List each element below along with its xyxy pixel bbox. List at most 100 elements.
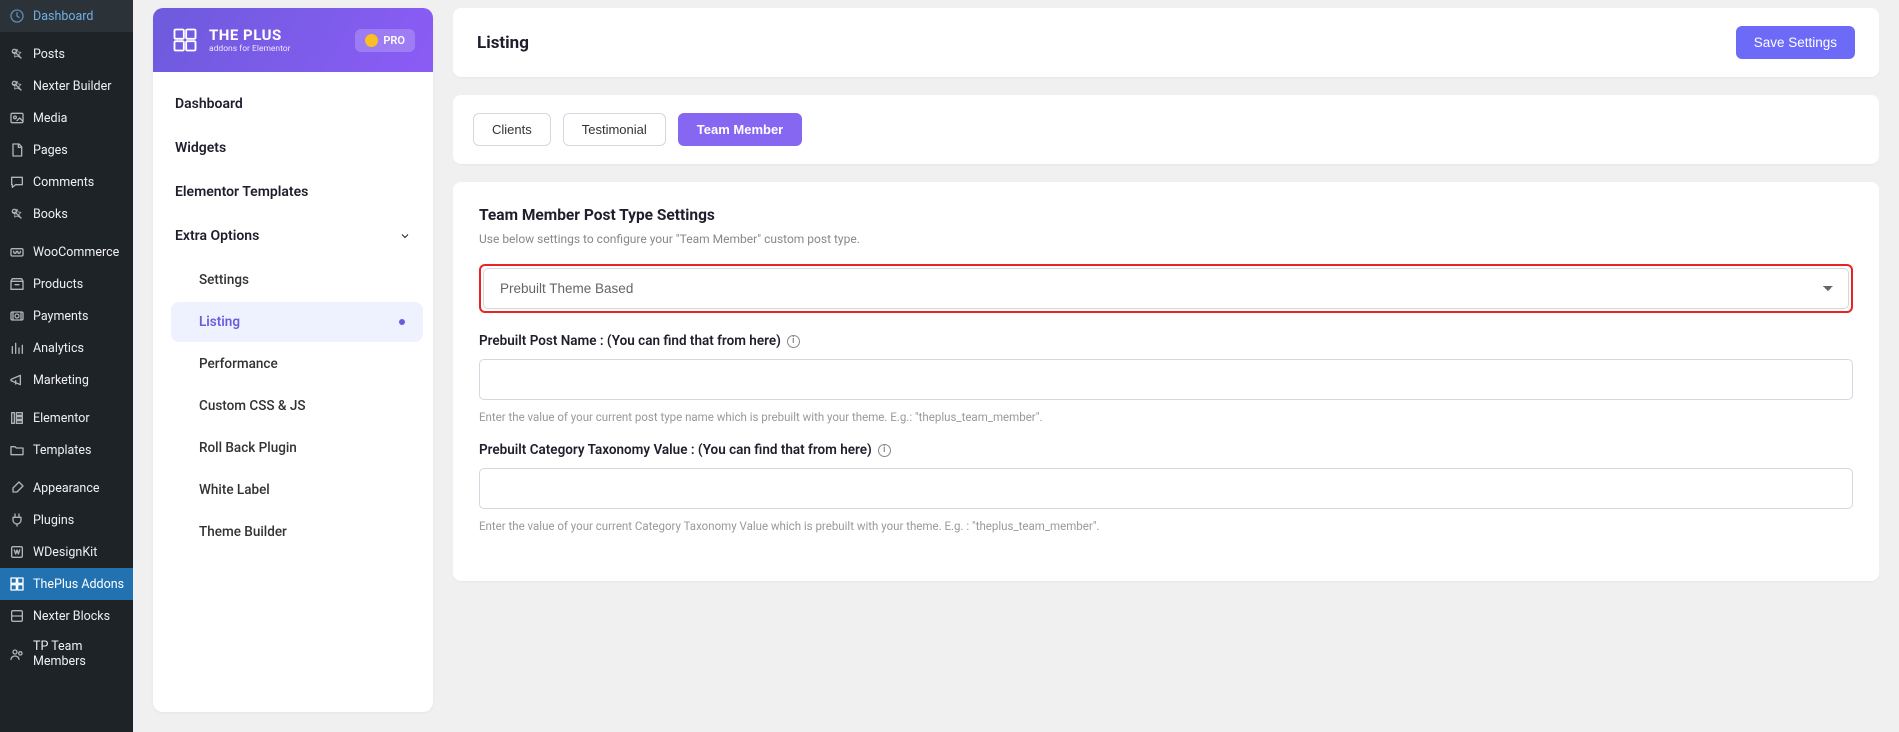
save-button[interactable]: Save Settings (1736, 26, 1855, 59)
wp-menu-plugins[interactable]: Plugins (0, 504, 133, 536)
prebuilt-taxonomy-input[interactable] (479, 468, 1853, 509)
info-icon[interactable]: i (787, 335, 800, 348)
plugin-subnav-theme-builder[interactable]: Theme Builder (171, 512, 423, 552)
wd-icon (8, 543, 26, 561)
plugin-subnav-listing[interactable]: Listing (171, 302, 423, 342)
pin-icon (8, 45, 26, 63)
menu-label: Marketing (33, 373, 89, 388)
plugin-subnav-settings[interactable]: Settings (171, 260, 423, 300)
menu-label: Pages (33, 143, 68, 158)
tabs-row: Clients Testimonial Team Member (453, 95, 1879, 164)
page-title: Listing (477, 33, 529, 53)
pro-label: PRO (383, 34, 405, 47)
menu-label: Products (33, 277, 83, 292)
wp-menu-comments[interactable]: Comments (0, 166, 133, 198)
plugin-subnav-performance[interactable]: Performance (171, 344, 423, 384)
post-type-mode-select[interactable]: Prebuilt Theme Based (483, 268, 1849, 309)
wp-menu-products[interactable]: Products (0, 268, 133, 300)
block-icon (8, 607, 26, 625)
brush-icon (8, 479, 26, 497)
plugin-nav-widgets[interactable]: Widgets (153, 126, 433, 170)
menu-label: WDesignKit (33, 545, 97, 560)
wp-menu-nexter-builder[interactable]: Nexter Builder (0, 70, 133, 102)
wp-menu-marketing[interactable]: Marketing (0, 364, 133, 396)
menu-label: Dashboard (33, 9, 93, 24)
theplus-logo-icon (171, 26, 199, 54)
woo-icon (8, 243, 26, 261)
plus-icon (8, 575, 26, 593)
archive-icon (8, 275, 26, 293)
menu-label: Analytics (33, 341, 84, 356)
menu-label: TP Team Members (33, 639, 125, 669)
crown-icon (365, 34, 378, 47)
wp-menu-payments[interactable]: Payments (0, 300, 133, 332)
chevron-down-icon (399, 230, 411, 242)
elementor-icon (8, 409, 26, 427)
page-icon (8, 141, 26, 159)
wp-menu-books[interactable]: Books (0, 198, 133, 230)
menu-label: Appearance (33, 481, 100, 496)
info-icon[interactable]: i (878, 444, 891, 457)
wp-menu-theplus-addons[interactable]: ThePlus Addons (0, 568, 133, 600)
wp-menu-elementor[interactable]: Elementor (0, 402, 133, 434)
plugin-subnav-custom-css-&-js[interactable]: Custom CSS & JS (171, 386, 423, 426)
section-title: Team Member Post Type Settings (479, 206, 1853, 224)
media-icon (8, 109, 26, 127)
wp-menu-tp-team-members[interactable]: TP Team Members (0, 632, 133, 676)
tab-testimonial[interactable]: Testimonial (563, 113, 666, 146)
brand-title: THE PLUS (209, 26, 291, 44)
menu-label: Books (33, 207, 68, 222)
field-hint: Enter the value of your current Category… (479, 519, 1853, 533)
field-hint: Enter the value of your current post typ… (479, 410, 1853, 424)
menu-label: Payments (33, 309, 88, 324)
chart-icon (8, 339, 26, 357)
wp-menu-wdesignkit[interactable]: WDesignKit (0, 536, 133, 568)
wp-menu-woocommerce[interactable]: WooCommerce (0, 236, 133, 268)
section-desc: Use below settings to configure your "Te… (479, 232, 1853, 246)
plugin-side-panel: THE PLUS addons for Elementor PRO Dashbo… (153, 8, 433, 712)
active-dot-icon (399, 319, 405, 325)
wp-menu-posts[interactable]: Posts (0, 38, 133, 70)
plugin-subnav-white-label[interactable]: White Label (171, 470, 423, 510)
money-icon (8, 307, 26, 325)
wp-menu-appearance[interactable]: Appearance (0, 472, 133, 504)
plugin-nav-extra-options[interactable]: Extra Options (153, 214, 433, 258)
dashboard-icon (8, 7, 26, 25)
menu-label: Templates (33, 443, 91, 458)
menu-label: Media (33, 111, 67, 126)
brand-subtitle: addons for Elementor (209, 44, 291, 54)
team-icon (8, 645, 26, 663)
plugin-nav-elementor-templates[interactable]: Elementor Templates (153, 170, 433, 214)
wp-menu-nexter-blocks[interactable]: Nexter Blocks (0, 600, 133, 632)
prebuilt-post-name-input[interactable] (479, 359, 1853, 400)
menu-label: ThePlus Addons (33, 577, 124, 592)
menu-label: Comments (33, 175, 94, 190)
wp-menu-media[interactable]: Media (0, 102, 133, 134)
menu-label: Elementor (33, 411, 90, 426)
menu-label: Posts (33, 47, 65, 62)
wp-menu-dashboard[interactable]: Dashboard (0, 0, 133, 32)
prebuilt-post-name-label: Prebuilt Post Name : (You can find that … (479, 333, 1853, 349)
tab-team-member[interactable]: Team Member (678, 113, 802, 146)
plug-icon (8, 511, 26, 529)
pin-icon (8, 77, 26, 95)
megaphone-icon (8, 371, 26, 389)
plugin-subnav-roll-back-plugin[interactable]: Roll Back Plugin (171, 428, 423, 468)
menu-label: Nexter Blocks (33, 609, 110, 624)
wp-menu-analytics[interactable]: Analytics (0, 332, 133, 364)
menu-label: WooCommerce (33, 245, 119, 260)
comment-icon (8, 173, 26, 191)
folder-icon (8, 441, 26, 459)
menu-label: Plugins (33, 513, 74, 528)
pro-badge: PRO (355, 29, 415, 52)
wp-menu-templates[interactable]: Templates (0, 434, 133, 466)
main-content: Listing Save Settings Clients Testimonial… (453, 0, 1879, 712)
prebuilt-taxonomy-label: Prebuilt Category Taxonomy Value : (You … (479, 442, 1853, 458)
wp-menu-pages[interactable]: Pages (0, 134, 133, 166)
plugin-brand-header: THE PLUS addons for Elementor PRO (153, 8, 433, 72)
settings-section: Team Member Post Type Settings Use below… (453, 182, 1879, 581)
tab-clients[interactable]: Clients (473, 113, 551, 146)
pin-icon (8, 205, 26, 223)
plugin-nav-dashboard[interactable]: Dashboard (153, 82, 433, 126)
plugin-nav: DashboardWidgetsElementor TemplatesExtra… (153, 72, 433, 564)
